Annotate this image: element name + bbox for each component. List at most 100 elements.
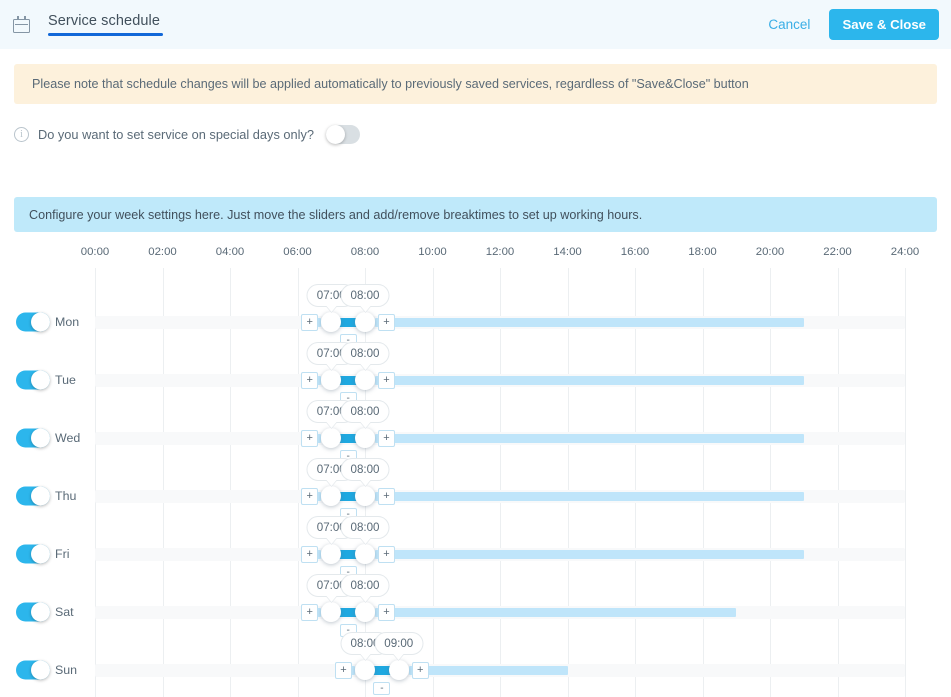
add-breaktime-button-left-tue[interactable]: + — [301, 371, 319, 389]
slider-handle-start-sat[interactable] — [321, 602, 342, 622]
axis-gridline — [230, 268, 231, 697]
day-label-wed: Wed — [55, 431, 81, 445]
add-breaktime-button-right-tue[interactable]: + — [378, 371, 395, 389]
slider-handle-end-fri[interactable] — [355, 544, 375, 564]
working-hours-bar-mon — [375, 317, 804, 327]
axis-tick-label: 00:00 — [80, 246, 110, 258]
axis-gridline — [95, 268, 96, 697]
working-hours-bar-sat — [375, 607, 737, 617]
working-hours-bar-wed — [375, 433, 804, 443]
working-hours-bar-thu — [375, 491, 804, 501]
day-label-sat: Sat — [55, 605, 74, 619]
info-banner: Configure your week settings here. Just … — [14, 197, 937, 232]
add-breaktime-button-left-sun[interactable]: + — [335, 661, 352, 679]
day-label-tue: Tue — [55, 373, 76, 387]
title-underline — [48, 33, 163, 36]
add-breaktime-button-left-wed[interactable]: + — [301, 429, 319, 447]
axis-gridline — [297, 268, 299, 697]
axis-gridline — [905, 268, 906, 697]
toggle-knob — [31, 312, 50, 332]
day-toggle-thu[interactable] — [16, 486, 50, 506]
info-icon: i — [14, 127, 29, 142]
day-label-fri: Fri — [55, 547, 70, 561]
axis-tick-label: 14:00 — [553, 246, 582, 258]
axis-tick-label: 18:00 — [688, 246, 717, 258]
slider-handle-end-wed[interactable] — [355, 428, 375, 448]
axis-gridline — [162, 268, 164, 697]
slider-handle-end-sat[interactable] — [355, 602, 375, 622]
axis-tick-label: 24:00 — [890, 246, 920, 258]
toggle-knob — [31, 660, 50, 680]
warning-banner-text: Please note that schedule changes will b… — [32, 77, 749, 91]
add-breaktime-button-left-thu[interactable]: + — [301, 487, 319, 505]
axis-tick-label: 12:00 — [485, 246, 515, 258]
working-hours-bar-fri — [375, 549, 804, 559]
axis-tick-label: 16:00 — [620, 246, 650, 258]
time-bubble-end-fri: 08:00 — [340, 516, 390, 545]
toggle-knob — [31, 486, 50, 506]
add-breaktime-button-right-sun[interactable]: + — [411, 661, 429, 679]
week-schedule: 00:00 02:00 04:00 06:00 08:00 10:00 12:00 14:00… — [0, 246, 951, 697]
page-title: Service schedule — [48, 13, 163, 36]
add-breaktime-button-right-mon[interactable]: + — [378, 313, 395, 331]
cancel-button[interactable]: Cancel — [766, 13, 812, 36]
add-breaktime-button-right-thu[interactable]: + — [378, 487, 395, 505]
working-hours-bar-sun — [408, 665, 568, 675]
axis-gridline — [635, 268, 636, 697]
slider-handle-end-tue[interactable] — [355, 370, 375, 390]
axis-tick-label: 08:00 — [350, 246, 380, 258]
day-toggle-wed[interactable] — [16, 428, 50, 448]
special-days-row: i Do you want to set service on special … — [14, 125, 360, 144]
add-breaktime-button-right-sat[interactable]: + — [378, 603, 395, 621]
toggle-knob — [31, 428, 50, 448]
day-toggle-sat[interactable] — [16, 602, 50, 622]
slider-handle-start-fri[interactable] — [321, 544, 342, 564]
add-breaktime-button-right-wed[interactable]: + — [378, 429, 395, 447]
toggle-knob — [326, 125, 345, 144]
toggle-knob — [31, 602, 50, 622]
slider-handle-start-sun[interactable] — [355, 660, 375, 680]
time-bubble-end-tue: 08:00 — [340, 342, 390, 371]
remove-breaktime-button-sun[interactable]: - — [373, 682, 391, 695]
add-breaktime-button-left-fri[interactable]: + — [301, 545, 319, 563]
axis-gridline — [500, 268, 501, 697]
special-days-label: Do you want to set service on special da… — [38, 127, 314, 142]
slider-handle-end-thu[interactable] — [355, 486, 375, 506]
header-actions: Cancel Save & Close — [766, 9, 951, 40]
day-label-sun: Sun — [55, 663, 78, 677]
save-and-close-button[interactable]: Save & Close — [829, 9, 939, 40]
slider-handle-start-tue[interactable] — [321, 370, 342, 390]
time-bubble-end-mon: 08:00 — [340, 284, 390, 313]
slider-handle-start-mon[interactable] — [321, 312, 342, 332]
axis-tick-label: 06:00 — [283, 246, 312, 258]
calendar-icon — [13, 16, 30, 33]
day-toggle-fri[interactable] — [16, 544, 50, 564]
day-label-thu: Thu — [55, 489, 77, 503]
axis-tick-label: 22:00 — [823, 246, 852, 258]
day-toggle-sun[interactable] — [16, 660, 50, 680]
slider-handle-end-mon[interactable] — [355, 312, 375, 332]
toggle-knob — [31, 544, 50, 564]
time-bubble-end-thu: 08:00 — [340, 458, 390, 487]
warning-banner: Please note that schedule changes will b… — [14, 64, 937, 104]
slider-handle-start-wed[interactable] — [321, 428, 342, 448]
info-banner-text: Configure your week settings here. Just … — [29, 207, 643, 222]
time-bubble-end-sat: 08:00 — [340, 574, 390, 603]
add-breaktime-button-left-mon[interactable]: + — [301, 313, 319, 331]
add-breaktime-button-right-fri[interactable]: + — [378, 545, 395, 563]
day-label-mon: Mon — [55, 315, 80, 329]
time-bubble-end-sun: 09:00 — [374, 632, 424, 661]
slider-handle-start-thu[interactable] — [321, 486, 342, 506]
axis-tick-label: 04:00 — [215, 246, 245, 258]
toggle-knob — [31, 370, 50, 390]
slider-handle-end-sun[interactable] — [388, 660, 409, 680]
axis-gridline — [837, 268, 839, 697]
special-days-toggle[interactable] — [326, 125, 360, 144]
axis-gridline — [770, 268, 771, 697]
axis-tick-label: 10:00 — [418, 246, 447, 258]
header-left: Service schedule — [0, 13, 163, 36]
add-breaktime-button-left-sat[interactable]: + — [301, 603, 319, 621]
day-toggle-tue[interactable] — [16, 370, 50, 390]
app-header: Service schedule Cancel Save & Close — [0, 0, 951, 49]
day-toggle-mon[interactable] — [16, 312, 50, 332]
